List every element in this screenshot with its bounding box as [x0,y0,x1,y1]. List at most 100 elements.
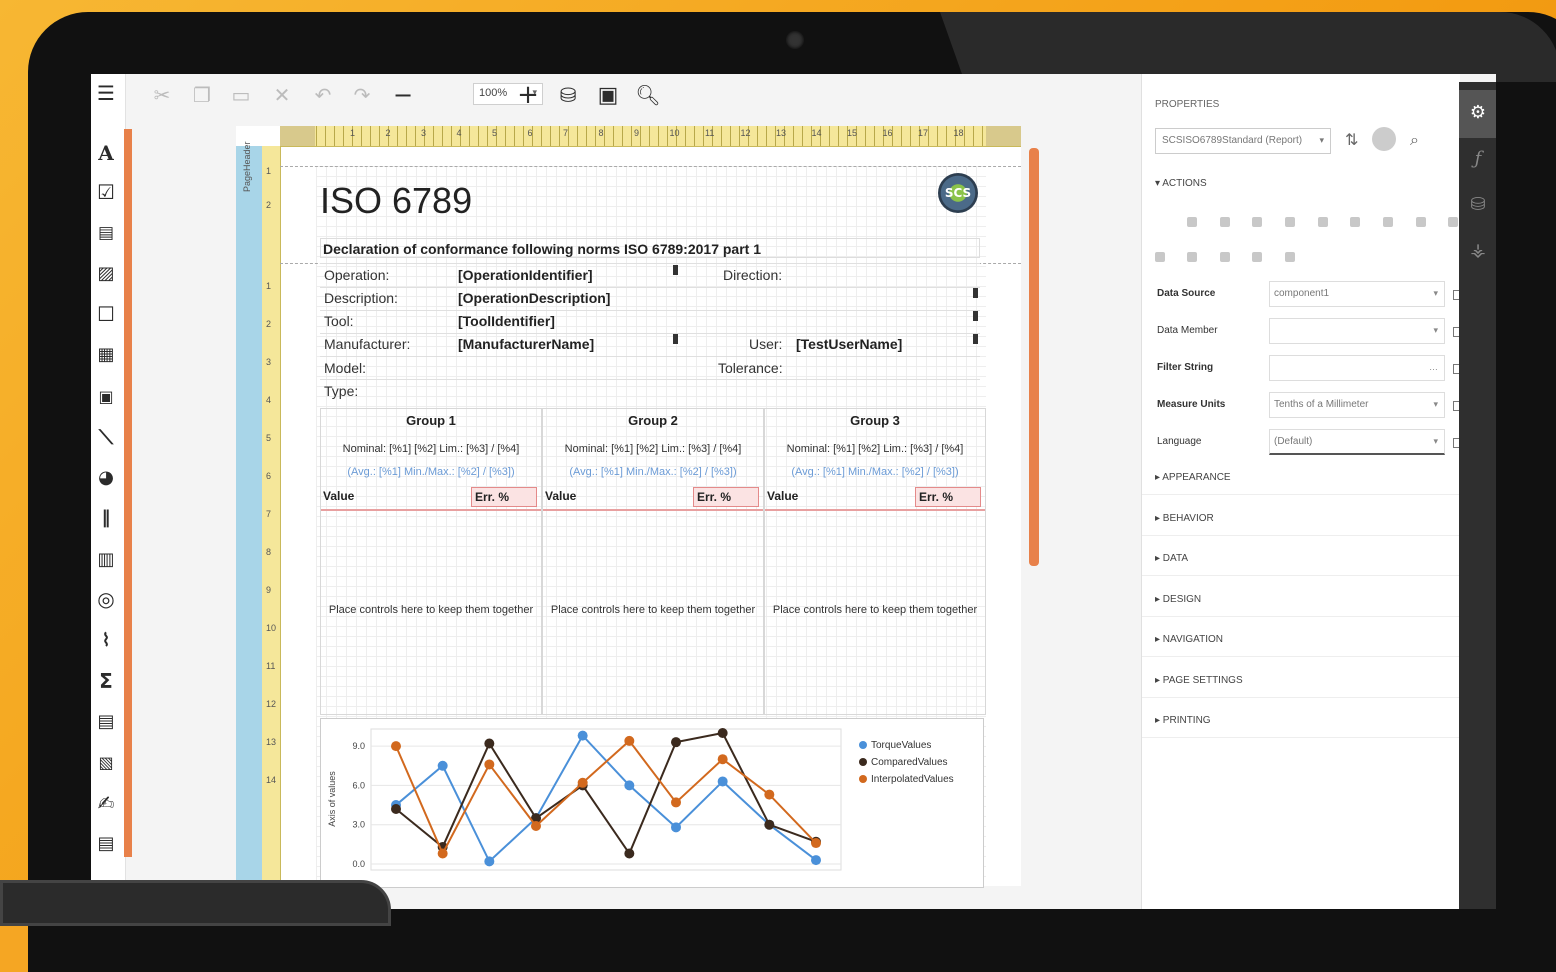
resize-handle-icon[interactable] [973,334,978,344]
direction-label[interactable]: Direction: [723,267,782,283]
zoom-out-icon[interactable]: − [390,81,416,109]
menu-icon[interactable]: ☰ [93,80,119,106]
property-value-field[interactable]: component1 ▾ [1269,281,1445,307]
object-selector[interactable]: SCSISO6789Standard (Report) ▾ [1155,128,1331,154]
action-button[interactable] [1448,217,1458,227]
page-info-tool-icon[interactable]: ▤ [93,708,119,734]
redo-icon[interactable]: ↷ [349,82,375,108]
shape-tool-icon[interactable]: ◕ [93,464,119,490]
property-value-field[interactable]: Tenths of a Millimeter ▾ [1269,392,1445,418]
ruler-tick-label: 10 [669,128,680,138]
property-section-header[interactable]: ▸ PAGE SETTINGS [1155,675,1243,686]
line-tool-icon[interactable]: ⟍ [93,424,119,450]
property-section-header[interactable]: ▸ DATA [1155,553,1188,564]
richtext-tool-icon[interactable]: ▤ [93,220,119,246]
band-separator [280,166,1021,167]
action-button[interactable] [1383,217,1393,227]
operation-value[interactable]: [OperationIdentifier] [458,267,593,283]
data-point [624,848,635,859]
user-label[interactable]: User: [749,336,782,352]
actions-section-header[interactable]: ▾ ACTIONS [1155,178,1207,189]
property-value-field[interactable]: … [1269,355,1445,381]
signature-tool-icon[interactable]: ✍ [93,790,119,816]
design-surface[interactable]: PageHeader 1 2 1 2 3 4 5 6 7 8 9 10 11 12 13 14 1234567… [236,126,1021,888]
checkbox-tool-icon[interactable]: ☑ [93,179,119,205]
picture-tool-icon[interactable]: ▨ [93,260,119,286]
fit-page-icon[interactable]: ▣ [595,82,621,108]
property-section-header[interactable]: ▸ NAVIGATION [1155,634,1223,645]
tool-label[interactable]: Tool: [324,313,354,329]
action-button[interactable] [1285,217,1295,227]
data-source-icon[interactable]: ⛁ [555,82,581,108]
tool-value[interactable]: [ToolIdentifier] [458,313,555,329]
paste-icon[interactable]: ▭ [228,82,254,108]
chart-tool-icon[interactable]: ▥ [93,546,119,572]
right-sidebar: ⚙ ƒ ⛁ ⚶ [1459,82,1496,909]
gear-icon[interactable]: ⚙ [1467,102,1489,124]
property-section-header[interactable]: ▸ DESIGN [1155,594,1201,605]
description-label[interactable]: Description: [324,290,398,306]
resize-handle-icon[interactable] [973,311,978,321]
operation-label[interactable]: Operation: [324,267,389,283]
action-button[interactable] [1220,252,1230,262]
action-button[interactable] [1187,217,1197,227]
toc-tool-icon[interactable]: ▤ [93,830,119,856]
report-explorer-icon[interactable]: ⚶ [1467,240,1489,262]
gauge-tool-icon[interactable]: ◎ [93,586,119,612]
resize-handle-icon[interactable] [673,334,678,344]
label-tool-icon[interactable]: A [93,140,119,166]
sparkline-tool-icon[interactable]: ⌇ [93,627,119,653]
declaration-text[interactable]: Declaration of conformance following nor… [320,238,980,258]
model-label[interactable]: Model: [324,360,366,376]
type-label[interactable]: Type: [324,383,358,399]
resize-handle-icon[interactable] [973,288,978,298]
company-logo[interactable]: SCS [938,173,978,213]
action-button[interactable] [1318,217,1328,227]
search-icon[interactable]: ⌕ [1410,130,1419,150]
pdf-tool-icon[interactable]: ▧ [93,749,119,775]
manufacturer-label[interactable]: Manufacturer: [324,336,410,352]
action-button[interactable] [1252,252,1262,262]
categories-icon[interactable] [1372,127,1396,151]
manufacturer-value[interactable]: [ManufacturerName] [458,336,594,352]
action-button[interactable] [1350,217,1360,227]
database-icon[interactable]: ⛁ [1467,194,1489,216]
zoom-in-icon[interactable]: + [515,80,541,110]
delete-icon[interactable]: ✕ [269,82,295,108]
property-section-header[interactable]: ▸ APPEARANCE [1155,472,1231,483]
error-header: Err. % [693,487,759,507]
panel-tool-icon[interactable]: ☐ [93,301,119,327]
group-panel[interactable]: Group 1 Nominal: [%1] [%2] Lim.: [%3] / … [320,408,542,715]
copy-icon[interactable]: ❐ [189,82,215,108]
property-section-header[interactable]: ▸ PRINTING [1155,715,1211,726]
action-button[interactable] [1252,217,1262,227]
chart-control[interactable]: 0.0 3.0 6.0 9.0 Axis of values TorqueValues Co… [320,718,984,888]
summary-tool-icon[interactable]: Σ [93,668,119,694]
group-average: (Avg.: [%1] Min./Max.: [%2] / [%3]) [347,466,515,478]
undo-icon[interactable]: ↶ [310,82,336,108]
group-panel[interactable]: Group 3 Nominal: [%1] [%2] Lim.: [%3] / … [764,408,986,715]
sort-alpha-icon[interactable]: ⇅ [1345,130,1358,149]
description-value[interactable]: [OperationDescription] [458,290,610,306]
character-comb-tool-icon[interactable]: ▣ [93,383,119,409]
resize-handle-icon[interactable] [673,265,678,275]
barcode-tool-icon[interactable]: ‖ [93,504,119,530]
property-section-header[interactable]: ▸ BEHAVIOR [1155,513,1214,524]
action-button[interactable] [1220,217,1230,227]
vertical-scrollbar[interactable] [1029,148,1039,566]
action-button[interactable] [1187,252,1197,262]
action-button[interactable] [1155,252,1165,262]
table-tool-icon[interactable]: ▦ [93,341,119,367]
preview-icon[interactable]: 🔍︎ [635,82,661,108]
ruler-tick-label: 14 [811,128,822,138]
user-value[interactable]: [TestUserName] [796,336,902,352]
tolerance-label[interactable]: Tolerance: [718,360,783,376]
cut-icon[interactable]: ✂ [149,82,175,108]
property-value-field[interactable]: ▾ [1269,318,1445,344]
property-value-field[interactable]: (Default) ▾ [1269,429,1445,455]
group-panel[interactable]: Group 2 Nominal: [%1] [%2] Lim.: [%3] / … [542,408,764,715]
action-button[interactable] [1285,252,1295,262]
function-icon[interactable]: ƒ [1467,148,1489,170]
action-button[interactable] [1416,217,1426,227]
report-title[interactable]: ISO 6789 [320,180,472,222]
